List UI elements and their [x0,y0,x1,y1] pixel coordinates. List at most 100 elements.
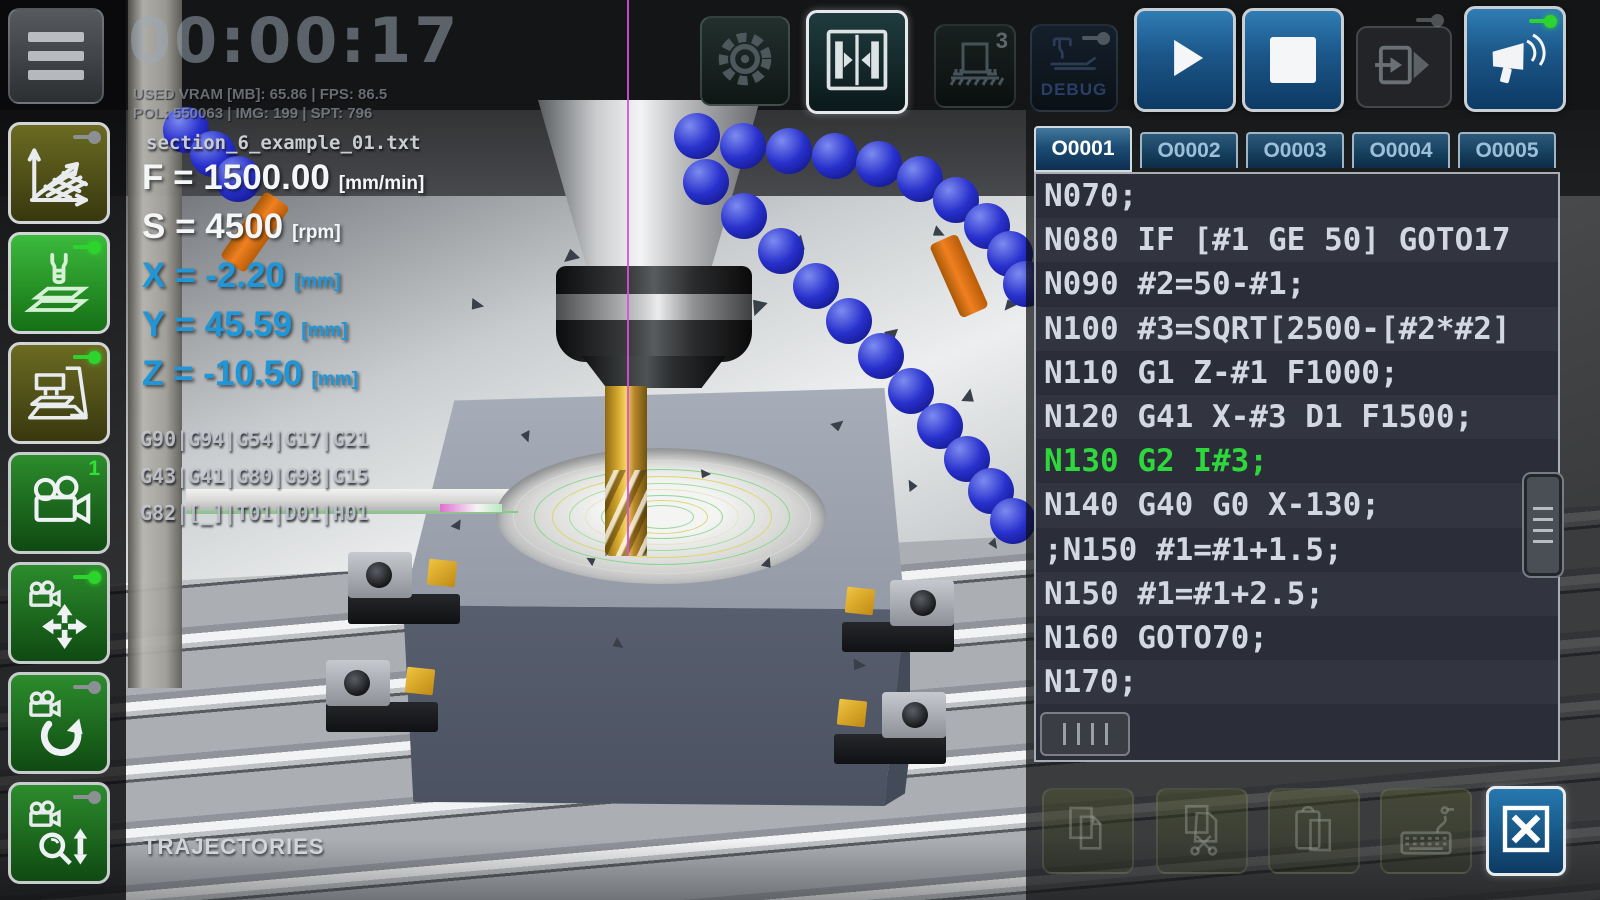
camera-view-preset[interactable]: 1 [8,452,110,554]
vertical-scroll-handle[interactable] [1524,474,1562,576]
step-exit-icon [1373,38,1435,97]
clamp [834,690,946,770]
fixture-count-badge: 3 [996,28,1008,54]
camera-rotate[interactable] [8,672,110,774]
cut-button[interactable] [1156,788,1248,874]
simulation-timer: 00:00:17 [128,4,460,77]
hamburger-icon [28,32,84,80]
close-icon [1498,801,1554,862]
machine-icon [23,357,95,429]
gcode-editor[interactable]: N070;N080 IF [#1 GE 50] GOTO17N090 #2=50… [1034,172,1560,762]
stop-button[interactable] [1242,8,1344,112]
debug-button[interactable]: DEBUG [1030,24,1118,112]
camera-pan[interactable] [8,562,110,664]
readout-f: F = 1500.00[mm/min] [142,158,424,198]
code-line[interactable]: N070; [1036,174,1558,218]
code-line[interactable]: N110 G1 Z-#1 F1000; [1036,351,1558,395]
program-tab-O0001[interactable]: O0001 [1034,126,1132,172]
readout-value: Y = 45.59 [142,305,292,344]
modal-state-line: G82|[_]|T01|D01|H01 [140,495,369,532]
readout-unit: [mm] [312,369,358,390]
camera-preset-badge: 1 [88,457,100,481]
megaphone-icon [1483,25,1547,94]
code-line[interactable]: N100 #3=SQRT[2500-[#2*#2] [1036,307,1558,351]
code-line[interactable]: N120 G41 X-#3 D1 F1500; [1036,395,1558,439]
code-line[interactable]: N160 GOTO70; [1036,616,1558,660]
gear-icon [712,26,778,97]
sound-button[interactable] [1464,6,1566,112]
cnc-simulator-app: 00:00:17 USED VRAM [MB]: 65.86 | FPS: 86… [0,0,1600,900]
debug-label: DEBUG [1041,80,1107,100]
keyboard-icon [1396,801,1456,862]
split-view-button[interactable] [806,10,908,114]
toggle-indicator [88,791,101,804]
camera-rotate-icon [23,687,95,759]
readout-unit: [mm/min] [339,173,425,194]
clamp [842,578,954,658]
trajectories-label: TRAJECTORIES [143,834,325,860]
step-toggle-indicator [1431,14,1444,27]
toggle-indicator [88,571,101,584]
readout-unit: [mm] [301,320,347,341]
stop-icon [1270,37,1316,83]
readout-value: Z = -10.50 [142,354,303,393]
modal-state-line: G43|G41|G80|G98|G15 [140,458,369,495]
code-line-current[interactable]: N130 G2 I#3; [1036,439,1558,483]
loaded-filename: section_6_example_01.txt [146,132,421,154]
copy-button[interactable] [1042,788,1134,874]
keyboard-button[interactable] [1380,788,1472,874]
program-tab-O0002[interactable]: O0002 [1140,132,1238,168]
camera-icon [23,467,95,539]
toggle-indicator [88,131,101,144]
axes-grid-icon [23,137,95,209]
gcode-modal-states: G90|G94|G54|G17|G21G43|G41|G80|G98|G15G8… [140,421,369,532]
debug-icon [1045,37,1103,78]
program-tab-O0005[interactable]: O0005 [1458,132,1556,168]
toggle-machine-display[interactable] [8,342,110,444]
single-block-button[interactable] [1356,26,1452,108]
readout-value: S = 4500 [142,207,283,246]
code-line[interactable]: ;N150 #1=#1+1.5; [1036,528,1558,572]
toggle-indicator [88,241,101,254]
copy-icon [1060,801,1116,862]
code-line[interactable]: N140 G40 G0 X-130; [1036,483,1558,527]
split-view-icon [822,25,892,100]
toggle-trajectories[interactable] [8,122,110,224]
code-line[interactable]: N150 #1=#1+2.5; [1036,572,1558,616]
settings-button[interactable] [700,16,790,106]
menu-button[interactable] [8,8,104,104]
readout-s: S = 4500 [rpm] [142,207,341,247]
sound-toggle-indicator [1544,15,1557,28]
fixture-view-button[interactable]: 3 [934,24,1016,108]
render-stats-line2: POL: 550063 | IMG: 199 | SPT: 796 [133,105,372,122]
horizontal-scroll-handle[interactable] [1040,712,1130,756]
program-tab-O0003[interactable]: O0003 [1246,132,1344,168]
cut-icon [1174,801,1230,862]
readout-y: Y = 45.59 [mm] [142,305,348,345]
close-editor-button[interactable] [1486,786,1566,876]
toggle-indicator [88,681,101,694]
tool-layers-icon [23,247,95,319]
code-line[interactable]: N170; [1036,660,1558,704]
toggle-indicator [88,351,101,364]
play-icon [1156,29,1214,92]
play-button[interactable] [1134,8,1236,112]
code-line[interactable]: N090 #2=50-#1; [1036,262,1558,306]
end-mill-flutes [605,470,647,556]
chuck-ring [556,294,752,320]
camera-zoom-icon [23,797,95,869]
code-line[interactable]: N080 IF [#1 GE 50] GOTO17 [1036,218,1558,262]
readout-unit: [rpm] [292,222,341,243]
camera-pan-icon [23,577,95,649]
render-stats-line1: USED VRAM [MB]: 65.86 | FPS: 86.5 [133,86,387,103]
toolpath-marker [440,504,502,512]
clamp [348,550,460,630]
toggle-tool-display[interactable] [8,232,110,334]
readout-value: X = -2.20 [142,256,285,295]
collet-nut [582,356,726,388]
paste-button[interactable] [1268,788,1360,874]
debug-toggle-indicator [1097,32,1110,45]
camera-zoom[interactable] [8,782,110,884]
readout-x: X = -2.20[mm] [142,256,340,296]
program-tab-O0004[interactable]: O0004 [1352,132,1450,168]
